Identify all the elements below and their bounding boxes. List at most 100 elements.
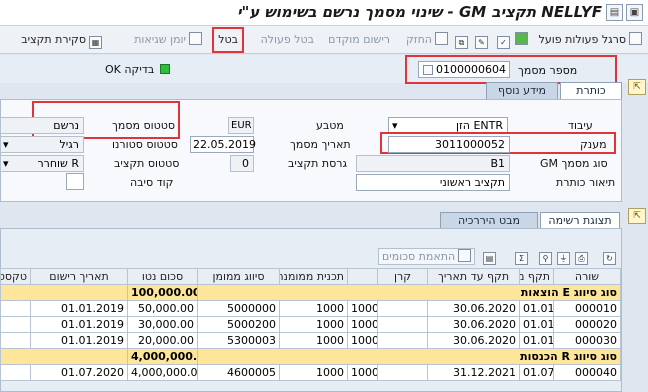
- budget-overview-button[interactable]: ▦סקירת תקציב: [21, 31, 102, 49]
- toolbar-copy-button[interactable]: ⧉: [452, 31, 468, 49]
- table-filter-button[interactable]: ⏚: [554, 249, 570, 265]
- reason-code-label: קוד סיבה: [130, 176, 174, 189]
- budget-status-select[interactable]: R שוחרר ▾: [0, 155, 84, 172]
- tab-list-view[interactable]: תצוגת רשימה: [540, 212, 620, 229]
- dropdown-icon: ▾: [3, 138, 9, 151]
- column-header-funded-program: תכנית ממומנת: [279, 268, 348, 285]
- group-label: סוג סיווג E הוצאות: [197, 284, 621, 301]
- budget-version-label: גרסת תקציב: [288, 157, 347, 170]
- doc-date-label: תאריך מסמך: [290, 138, 351, 151]
- line-cell: 000020: [553, 316, 621, 333]
- table-row[interactable]: 01.01.2019 30,000.00 5000200 1000 1000 30.06.…: [0, 316, 621, 333]
- net-amount-cell: 20,000.00: [127, 332, 198, 349]
- reversal-status-value: רגיל: [59, 138, 79, 151]
- funded-class-cell: 5300003: [197, 332, 280, 349]
- table-layout-button[interactable]: ▤: [480, 249, 496, 265]
- net-amount-cell: 30,000.00: [127, 316, 198, 333]
- fund-cell: 1000: [347, 300, 378, 317]
- flag-icon: [515, 32, 528, 45]
- funded-program-cell: 1000: [279, 332, 348, 349]
- table-find-button[interactable]: ⚲: [536, 249, 552, 265]
- fund-cell: 1000: [347, 364, 378, 381]
- budget-status-label: סטטוס תקציב: [114, 157, 180, 170]
- reversal-status-label: סטטוס סטורנו: [112, 138, 178, 151]
- toolbar: סרגל פעולות פועל ✓ ✎ ⧉ החזק רישום מוקדם …: [0, 26, 648, 54]
- items-table: טקסט תאריך רישום סכום נטו סיווג ממומן תכנית …: [0, 268, 621, 381]
- page-icon: [629, 32, 642, 45]
- funded-program-cell: 1000: [279, 300, 348, 317]
- doc-icon: [423, 65, 433, 75]
- log-icon: [189, 32, 202, 45]
- park-button[interactable]: רישום מוקדם: [328, 31, 390, 49]
- spacer-cell: [377, 332, 428, 349]
- expand-items-icon[interactable]: ⇱: [628, 208, 646, 224]
- error-log-button[interactable]: יומן שגיאות: [134, 31, 202, 49]
- refresh-icon: ↻: [603, 252, 616, 265]
- valid-from-cell: 01.01.2019: [519, 316, 554, 333]
- reason-code-field[interactable]: [66, 173, 84, 190]
- valid-to-cell: 31.12.2021: [427, 364, 520, 381]
- doc-number-field[interactable]: 0100000604: [418, 61, 510, 78]
- check-ok-label: בדיקה OK: [105, 63, 155, 76]
- spacer-cell: [377, 364, 428, 381]
- envelope-field[interactable]: 3011000052: [388, 136, 510, 153]
- check-icon: ✓: [497, 36, 510, 49]
- column-header-post-date: תאריך רישום: [30, 268, 128, 285]
- copy-icon: ⧉: [455, 36, 468, 49]
- reversal-status-select[interactable]: רגיל ▾: [0, 136, 84, 153]
- hold-label: החזק: [406, 33, 432, 46]
- valid-from-cell: 01.01.2019: [519, 300, 554, 317]
- currency-label: מטבע: [316, 119, 344, 132]
- table-body: 100,000.00 סוג סיווג E הוצאות 01.01.2019 50…: [0, 284, 621, 381]
- column-header-fund: קרן: [377, 268, 428, 285]
- sum-match-button[interactable]: התאמת סכומים: [378, 248, 476, 265]
- valid-to-cell: 30.06.2020: [427, 332, 520, 349]
- table-row[interactable]: 01.01.2019 20,000.00 5300003 1000 1000 30.06.…: [0, 332, 621, 349]
- table-row[interactable]: 01.07.2020 4,000,000.00 4600005 1000 1000 31.…: [0, 364, 621, 381]
- fund-cell: 1000: [347, 316, 378, 333]
- toolbar-edit-button[interactable]: ✎: [472, 31, 488, 49]
- dropdown-icon: ▾: [3, 157, 9, 170]
- doc-status-label: סטטוס מסמך: [112, 119, 176, 132]
- dropdown-icon: ▾: [392, 119, 398, 132]
- window-menu-icon[interactable]: ▣: [626, 4, 643, 21]
- line-cell: 000010: [553, 300, 621, 317]
- group-row[interactable]: 100,000.00 סוג סיווג E הוצאות: [0, 284, 621, 301]
- table-print-button[interactable]: ⎙: [572, 249, 588, 265]
- line-cell: 000040: [553, 364, 621, 381]
- column-header-valid-from: תקף מתאריך: [519, 268, 554, 285]
- undo-action-button[interactable]: בטל פעולה: [261, 31, 314, 49]
- budget-overview-label: סקירת תקציב: [21, 33, 86, 46]
- header-desc-field[interactable]: תקציב ראשוני: [356, 174, 510, 191]
- table-header-row: טקסט תאריך רישום סכום נטו סיווג ממומן תכנית …: [0, 268, 621, 285]
- tab-additional-info[interactable]: מידע נוסף: [486, 82, 558, 99]
- table-row[interactable]: 01.01.2019 50,000.00 5000000 1000 1000 30.06.…: [0, 300, 621, 317]
- text-cell: [0, 300, 31, 317]
- sum-match-icon: [458, 249, 472, 262]
- budget-version-field: 0: [230, 155, 254, 172]
- sum-match-label: התאמת סכומים: [382, 250, 456, 263]
- cancel-button[interactable]: בטל: [212, 27, 244, 53]
- hold-icon: [435, 32, 448, 45]
- toolbar-flag-button[interactable]: [512, 31, 528, 49]
- processing-value: ENTR הזן: [455, 119, 503, 132]
- toolbar-check-button[interactable]: ✓: [494, 31, 510, 49]
- table-refresh-button[interactable]: ↻: [600, 249, 616, 265]
- text-cell: [0, 364, 31, 381]
- doc-date-field[interactable]: 22.05.2019: [190, 136, 256, 153]
- park-label: רישום מוקדם: [328, 33, 390, 46]
- expand-header-icon[interactable]: ⇱: [628, 79, 646, 95]
- post-date-cell: 01.01.2019: [30, 316, 128, 333]
- spacer-cell: [377, 300, 428, 317]
- sum-icon: Σ: [515, 252, 528, 265]
- column-header-valid-to: תקף עד תאריך: [427, 268, 520, 285]
- toolbar-actions-toggle[interactable]: סרגל פעולות פועל: [539, 31, 642, 49]
- tab-header[interactable]: כותרת: [560, 82, 622, 99]
- hold-button[interactable]: החזק: [406, 31, 448, 49]
- table-sum-button[interactable]: Σ: [512, 249, 528, 265]
- net-amount-cell: 50,000.00: [127, 300, 198, 317]
- group-row[interactable]: 4,000,000.00סוג סיווג R הכנסות: [0, 348, 621, 365]
- valid-to-cell: 30.06.2020: [427, 316, 520, 333]
- spacer-cell: [377, 316, 428, 333]
- tab-hierarchy-view[interactable]: מבט היררכיה: [440, 212, 538, 229]
